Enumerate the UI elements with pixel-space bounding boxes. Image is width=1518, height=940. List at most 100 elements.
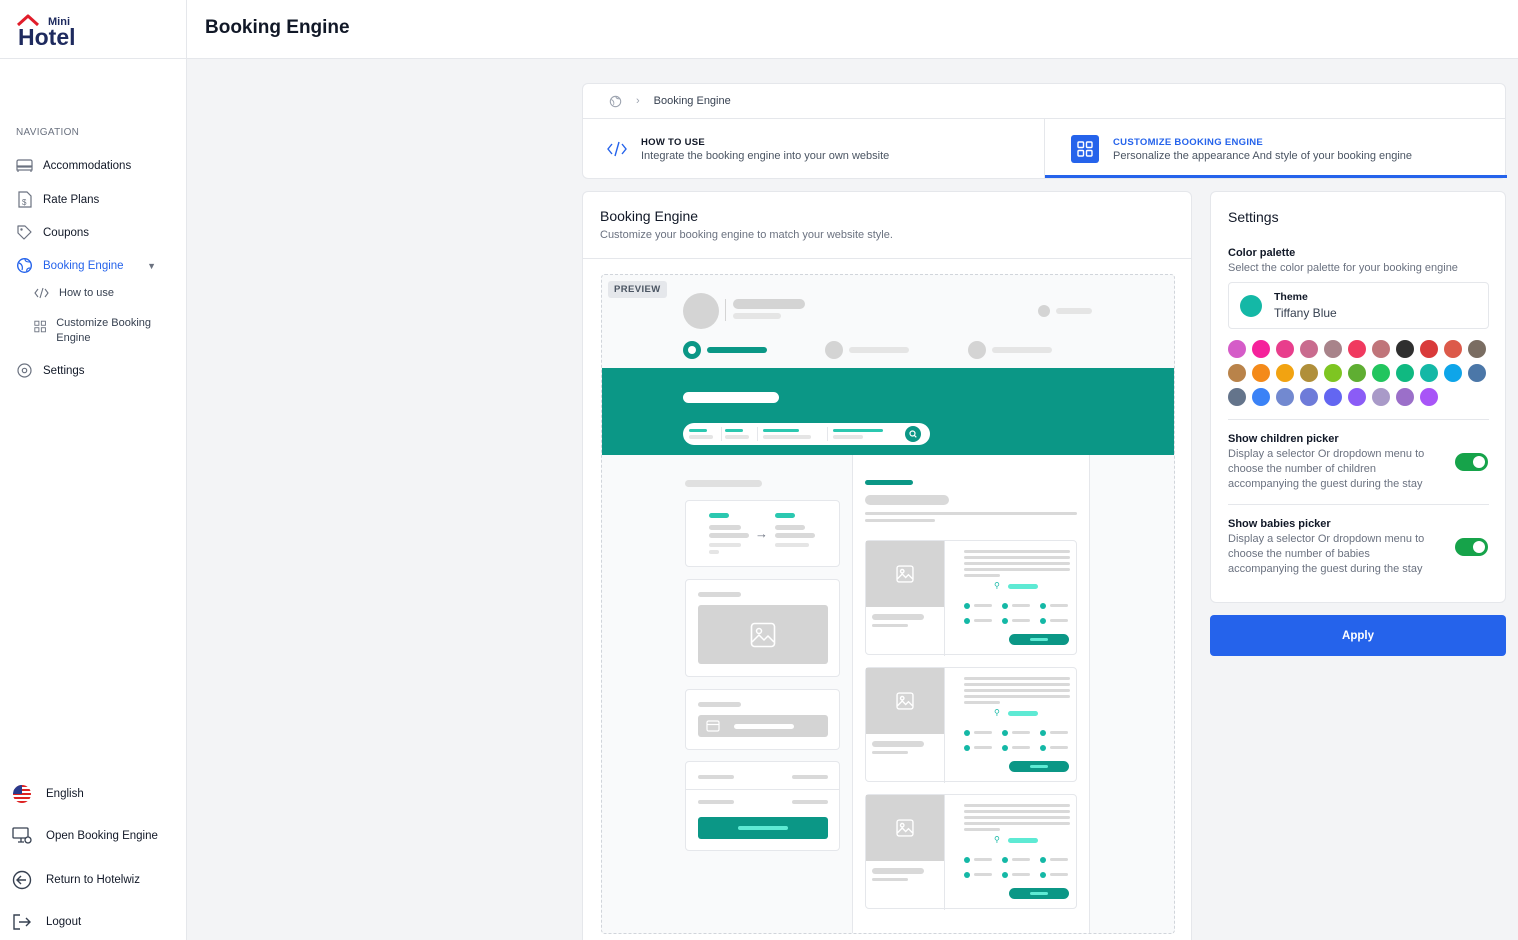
grid-icon [1071,135,1099,163]
tab-description: Personalize the appearance And style of … [1113,149,1413,162]
page-title: Booking Engine [205,17,350,38]
theme-selector[interactable]: Theme Tiffany Blue [1228,282,1489,329]
card-title: Booking Engine [600,208,699,224]
color-swatch[interactable] [1468,340,1486,358]
sidebar-item-accommodations[interactable]: Accommodations [16,158,131,173]
color-swatch[interactable] [1324,388,1342,406]
monitor-gear-icon [12,827,32,844]
language-label: English [46,788,84,800]
breadcrumb: › Booking Engine [583,84,1505,119]
preview-payment-card [685,689,840,750]
preview-summary-card [685,761,840,851]
sidebar-subitem-how-to-use[interactable]: How to use [34,286,114,301]
apply-button[interactable]: Apply [1210,615,1506,656]
sidebar-item-label: Coupons [43,226,90,239]
children-picker-title: Show children picker [1228,433,1339,445]
booking-engine-preview-card: Booking Engine Customize your booking en… [582,191,1192,940]
color-swatch[interactable] [1252,388,1270,406]
sidebar-item-label: Rate Plans [43,193,100,206]
bed-icon [16,159,33,172]
logout-label: Logout [46,916,82,928]
color-swatch[interactable] [1276,340,1294,358]
sidebar-item-coupons[interactable]: Coupons [16,224,89,241]
us-flag-icon [13,785,31,803]
open-booking-engine-link[interactable]: Open Booking Engine [12,827,158,845]
color-swatch[interactable] [1396,340,1414,358]
color-swatch[interactable] [1444,340,1462,358]
chevron-down-icon[interactable]: ▼ [147,261,156,271]
logo[interactable]: Mini Hotel [0,0,186,59]
return-to-hotelwiz-link[interactable]: Return to Hotelwiz [12,870,140,890]
color-swatch[interactable] [1348,364,1366,382]
preview-select-button [1009,634,1069,645]
globe-icon [16,257,33,274]
color-swatch[interactable] [1396,388,1414,406]
color-swatch[interactable] [1420,364,1438,382]
tab-how-to-use[interactable]: HOW TO USE Integrate the booking engine … [607,119,889,179]
globe-icon[interactable] [609,95,622,108]
language-selector[interactable]: English [12,784,84,804]
color-swatch[interactable] [1228,388,1246,406]
chevron-right-icon: › [636,95,640,107]
logout-icon [13,914,31,930]
color-swatch[interactable] [1324,340,1342,358]
color-swatch[interactable] [1444,364,1462,382]
color-swatch[interactable] [1348,340,1366,358]
sidebar-item-label: Settings [43,364,85,377]
palette-title: Color palette [1228,247,1296,259]
color-swatch[interactable] [1252,340,1270,358]
sidebar-item-settings[interactable]: Settings [16,362,85,379]
sidebar: Mini Hotel NAVIGATION Accommodations $ R… [0,0,187,940]
color-swatch[interactable] [1420,388,1438,406]
babies-picker-toggle[interactable] [1455,538,1488,556]
card-subtitle: Customize your booking engine to match y… [600,229,893,241]
sidebar-item-rate-plans[interactable]: $ Rate Plans [16,191,99,208]
sidebar-subitem-label: Customize Booking Engine [56,317,152,344]
hotel-logo-icon: Mini Hotel [16,14,76,48]
color-swatch[interactable] [1276,388,1294,406]
gear-icon [17,363,32,378]
code-icon [607,141,627,157]
theme-label: Theme [1274,291,1308,303]
preview-room-card: ⚲ [865,540,1077,656]
color-swatch[interactable] [1228,364,1246,382]
color-swatch[interactable] [1468,364,1486,382]
color-swatch[interactable] [1276,364,1294,382]
search-icon: ⚲ [994,581,1000,590]
preview-badge: PREVIEW [608,281,667,298]
color-swatch[interactable] [1420,340,1438,358]
search-icon: ⚲ [994,708,1000,717]
color-swatch[interactable] [1228,340,1246,358]
tab-customize-booking-engine[interactable]: CUSTOMIZE BOOKING ENGINE Personalize the… [1071,119,1412,179]
color-swatch[interactable] [1396,364,1414,382]
top-bar: Booking Engine [187,0,1518,59]
tab-description: Integrate the booking engine into your o… [641,149,890,162]
active-tab-indicator [1045,175,1507,178]
code-icon [34,287,49,299]
children-picker-toggle[interactable] [1455,453,1488,471]
color-swatch[interactable] [1372,340,1390,358]
theme-color-swatch [1240,295,1262,317]
nav-section-label: NAVIGATION [16,127,80,138]
color-swatch[interactable] [1324,364,1342,382]
color-swatch[interactable] [1300,340,1318,358]
logout-link[interactable]: Logout [12,913,81,931]
settings-card: Settings Color palette Select the color … [1210,191,1506,603]
color-swatch[interactable] [1300,364,1318,382]
settings-title: Settings [1228,209,1279,225]
tab-title: HOW TO USE [641,136,706,148]
color-swatch[interactable] [1372,388,1390,406]
open-booking-engine-label: Open Booking Engine [46,830,158,842]
preview-select-button [1009,888,1069,899]
sidebar-item-booking-engine[interactable]: Booking Engine ▼ [16,257,156,274]
color-swatch[interactable] [1372,364,1390,382]
color-swatch[interactable] [1348,388,1366,406]
preview-hero-banner [602,368,1174,455]
color-swatch[interactable] [1300,388,1318,406]
babies-picker-description: Display a selector Or dropdown menu to c… [1228,533,1425,575]
credit-card-icon [706,720,720,732]
color-swatch[interactable] [1252,364,1270,382]
tab-title: CUSTOMIZE BOOKING ENGINE [1113,136,1264,148]
sidebar-subitem-label: How to use [59,287,115,299]
sidebar-subitem-customize[interactable]: Customize Booking Engine [34,316,164,346]
